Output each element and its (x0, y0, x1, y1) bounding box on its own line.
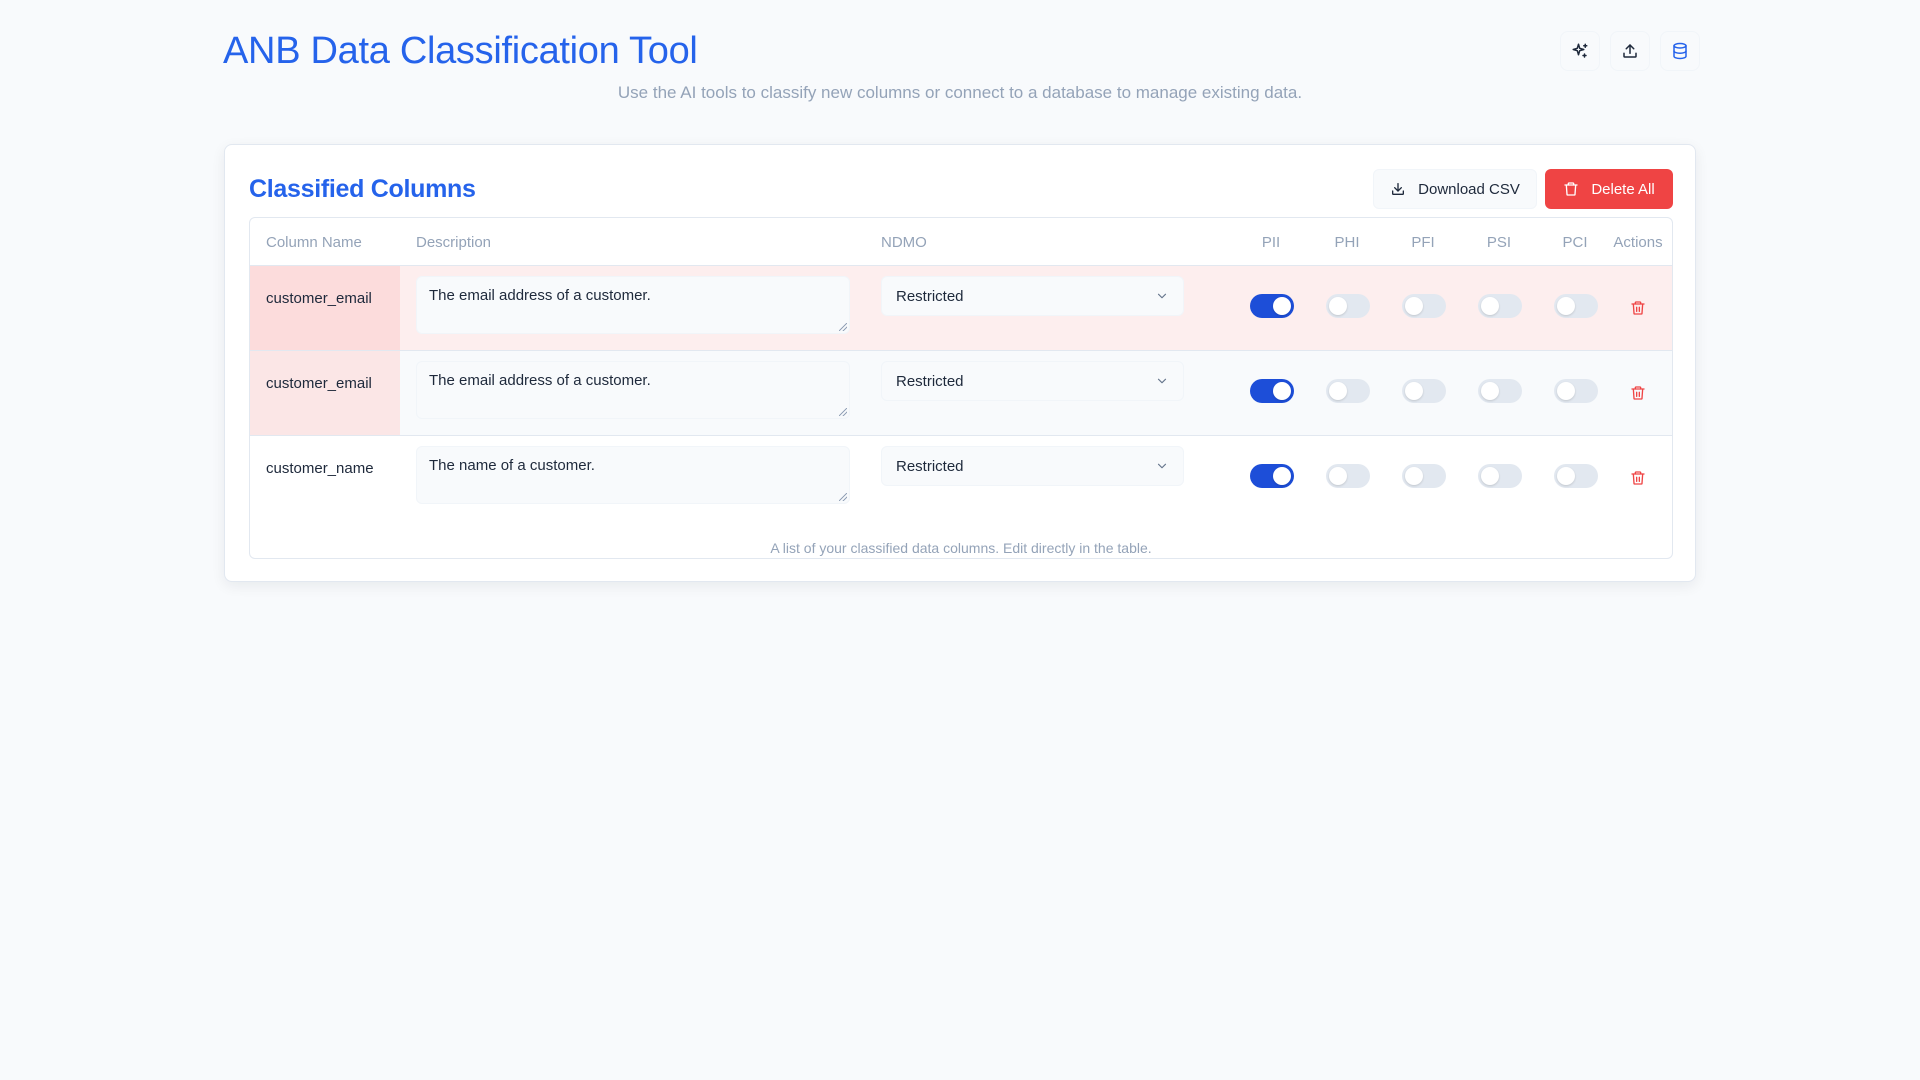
table-row: customer_email The email address of a cu… (250, 351, 1672, 436)
table-caption: A list of your classified data columns. … (770, 540, 1152, 556)
toggle-knob (1405, 382, 1423, 400)
column-name-cell: customer_name (266, 460, 374, 477)
toggle-knob (1329, 297, 1347, 315)
chevron-down-icon (1157, 293, 1167, 299)
header-psi: PSI (1486, 234, 1512, 251)
pii-toggle[interactable] (1250, 379, 1294, 403)
column-name-cell: customer_email (250, 351, 400, 435)
card-title: Classified Columns (249, 175, 476, 203)
chevron-down-icon (1157, 378, 1167, 384)
header-pii: PII (1261, 234, 1281, 251)
toggle-knob (1405, 297, 1423, 315)
delete-row-button[interactable] (1628, 383, 1648, 403)
pci-toggle[interactable] (1554, 379, 1598, 403)
ndmo-selected-value: Restricted (896, 457, 964, 475)
chevron-down-icon (1157, 463, 1167, 469)
psi-toggle[interactable] (1478, 379, 1522, 403)
download-csv-button[interactable]: Download CSV (1373, 169, 1537, 209)
page-title: ANB Data Classification Tool (223, 30, 698, 72)
description-textarea[interactable]: The name of a customer. (416, 446, 850, 504)
toggle-knob (1405, 467, 1423, 485)
resize-handle-icon[interactable] (839, 408, 847, 416)
toggle-knob (1329, 382, 1347, 400)
toggle-knob (1273, 467, 1291, 485)
classified-columns-table: Column Name Description NDMO PII PHI PFI… (249, 217, 1673, 559)
pfi-toggle[interactable] (1402, 379, 1446, 403)
table-header: Column Name Description NDMO PII PHI PFI… (250, 218, 1672, 266)
trash-icon (1564, 182, 1578, 196)
column-name-cell: customer_email (250, 266, 400, 350)
header-phi: PHI (1334, 234, 1360, 251)
database-button[interactable] (1660, 31, 1700, 71)
phi-toggle[interactable] (1326, 379, 1370, 403)
toggle-knob (1273, 382, 1291, 400)
phi-toggle[interactable] (1326, 294, 1370, 318)
header-description: Description (416, 234, 492, 251)
table-row: customer_name The name of a customer. Re… (250, 436, 1672, 521)
ndmo-selected-value: Restricted (896, 287, 964, 305)
delete-all-button[interactable]: Delete All (1545, 169, 1673, 209)
toggle-knob (1481, 297, 1499, 315)
toggle-knob (1273, 297, 1291, 315)
pii-toggle[interactable] (1250, 294, 1294, 318)
toggle-knob (1329, 467, 1347, 485)
header-actions: Actions (1613, 234, 1663, 251)
database-icon (1673, 42, 1687, 60)
header-ndmo: NDMO (881, 234, 927, 251)
description-textarea[interactable]: The email address of a customer. (416, 276, 850, 334)
header-column-name: Column Name (266, 234, 362, 251)
pci-toggle[interactable] (1554, 294, 1598, 318)
psi-toggle[interactable] (1478, 464, 1522, 488)
classified-columns-card: Classified Columns Download CSV Delete A… (224, 144, 1696, 582)
ai-classify-button[interactable] (1560, 31, 1600, 71)
delete-row-button[interactable] (1628, 298, 1648, 318)
delete-row-button[interactable] (1628, 468, 1648, 488)
trash-icon (1631, 386, 1645, 400)
toggle-knob (1557, 297, 1575, 315)
ndmo-select[interactable]: Restricted (881, 276, 1184, 316)
ndmo-selected-value: Restricted (896, 372, 964, 390)
toggle-knob (1557, 382, 1575, 400)
delete-all-label: Delete All (1591, 180, 1655, 198)
psi-toggle[interactable] (1478, 294, 1522, 318)
description-text: The name of a customer. (429, 457, 595, 474)
pii-toggle[interactable] (1250, 464, 1294, 488)
description-text: The email address of a customer. (429, 372, 651, 389)
trash-icon (1631, 301, 1645, 315)
trash-icon (1631, 471, 1645, 485)
pci-toggle[interactable] (1554, 464, 1598, 488)
header-actions (1560, 31, 1700, 71)
phi-toggle[interactable] (1326, 464, 1370, 488)
upload-icon (1623, 44, 1637, 58)
header-pfi: PFI (1411, 234, 1435, 251)
resize-handle-icon[interactable] (839, 323, 847, 331)
toggle-knob (1481, 467, 1499, 485)
table-row: customer_email The email address of a cu… (250, 266, 1672, 351)
pfi-toggle[interactable] (1402, 294, 1446, 318)
sparkles-icon (1572, 43, 1588, 58)
toggle-knob (1557, 467, 1575, 485)
description-textarea[interactable]: The email address of a customer. (416, 361, 850, 419)
resize-handle-icon[interactable] (839, 493, 847, 501)
toggle-knob (1481, 382, 1499, 400)
ndmo-select[interactable]: Restricted (881, 361, 1184, 401)
page-subtitle: Use the AI tools to classify new columns… (617, 83, 1303, 102)
download-csv-label: Download CSV (1418, 180, 1520, 198)
description-text: The email address of a customer. (429, 287, 651, 304)
pfi-toggle[interactable] (1402, 464, 1446, 488)
ndmo-select[interactable]: Restricted (881, 446, 1184, 486)
download-icon (1392, 183, 1405, 195)
upload-button[interactable] (1610, 31, 1650, 71)
